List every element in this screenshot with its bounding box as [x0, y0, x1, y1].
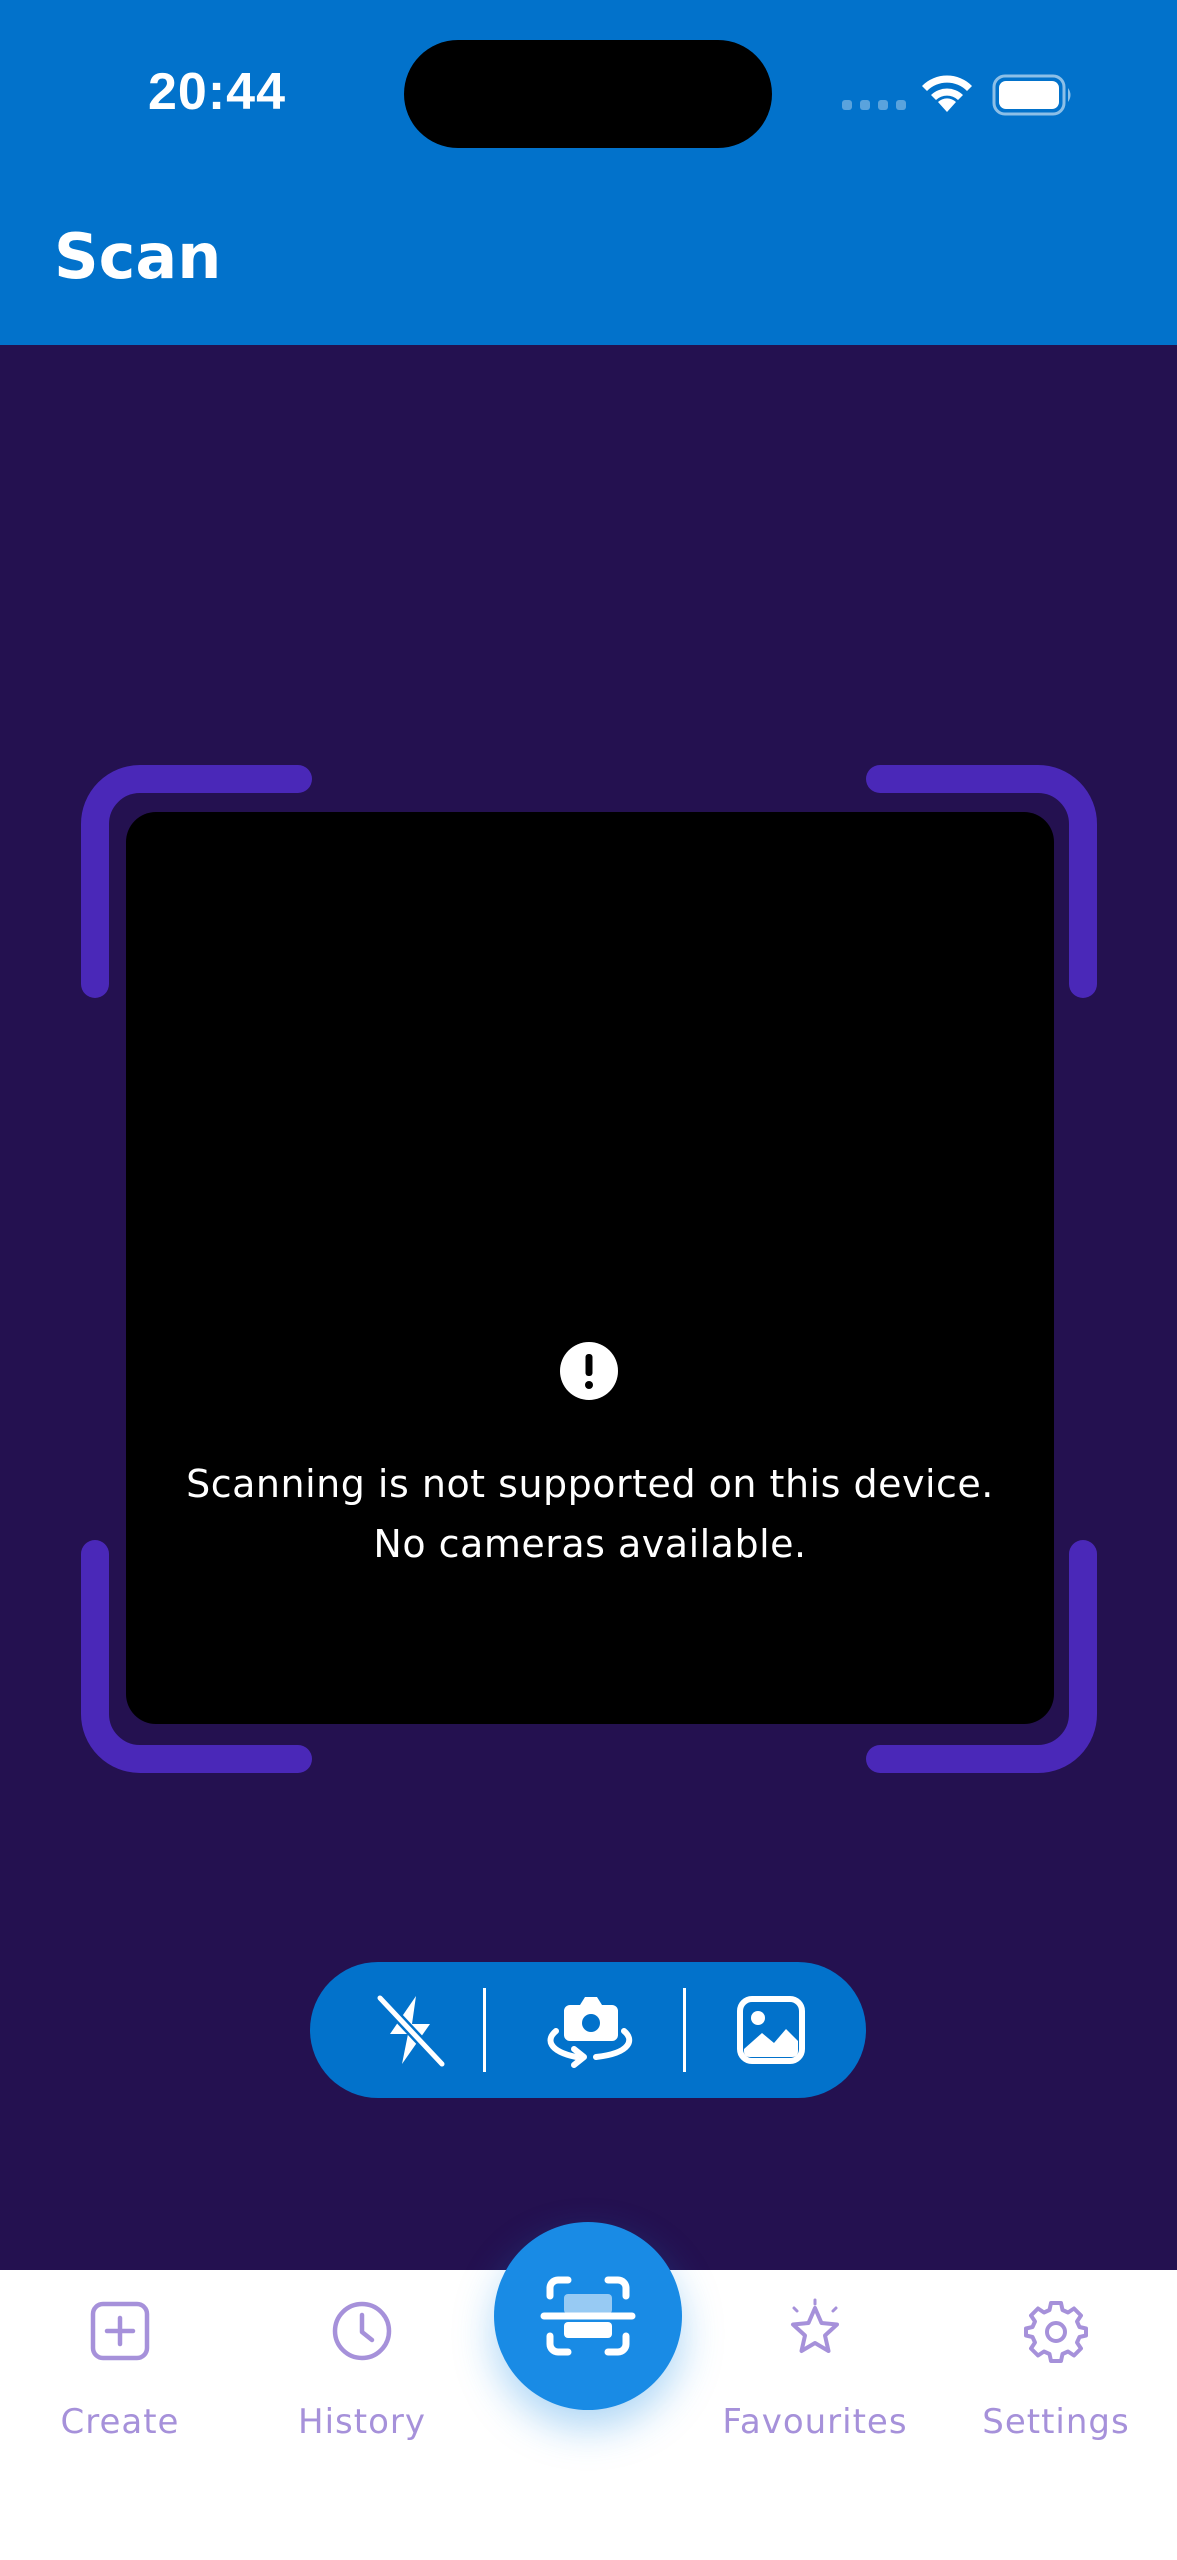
- cellular-signal-icon: [842, 100, 906, 110]
- switch-camera-button[interactable]: [510, 1962, 670, 2098]
- scanner-controls: [310, 1962, 866, 2098]
- message-line-2: No cameras available.: [373, 1522, 807, 1566]
- alert-icon: [560, 1342, 618, 1400]
- plus-square-icon: [90, 2301, 150, 2361]
- gallery-icon: [737, 1996, 805, 2064]
- wifi-icon: [922, 75, 972, 112]
- tab-history[interactable]: History: [252, 2290, 472, 2490]
- tab-label: Favourites: [722, 2402, 908, 2442]
- tab-favourites[interactable]: Favourites: [705, 2290, 925, 2490]
- tab-label: History: [298, 2402, 426, 2442]
- gallery-button[interactable]: [706, 1962, 836, 2098]
- page-title: Scan: [54, 220, 222, 293]
- battery-icon: [992, 74, 1071, 116]
- dynamic-island: [404, 40, 772, 148]
- app-header: 20:44 Scan: [0, 0, 1177, 345]
- clock-icon: [332, 2301, 392, 2361]
- switch-camera-icon: [547, 1997, 633, 2068]
- divider: [483, 1988, 486, 2072]
- tab-settings[interactable]: Settings: [946, 2290, 1166, 2490]
- tab-label: Create: [60, 2402, 180, 2442]
- status-time: 20:44: [148, 63, 286, 121]
- scan-icon: [540, 2276, 636, 2356]
- tab-create[interactable]: Create: [10, 2290, 230, 2490]
- flash-off-icon: [376, 1994, 446, 2068]
- gear-icon: [1024, 2301, 1088, 2363]
- flash-toggle-button[interactable]: [350, 1962, 470, 2098]
- scan-button[interactable]: [494, 2222, 682, 2410]
- no-camera-message: Scanning is not supported on this device…: [126, 1454, 1054, 1574]
- message-line-1: Scanning is not supported on this device…: [186, 1462, 994, 1506]
- tab-label: Settings: [982, 2402, 1130, 2442]
- divider: [683, 1988, 686, 2072]
- camera-preview: [126, 812, 1054, 1724]
- star-icon: [791, 2298, 839, 2353]
